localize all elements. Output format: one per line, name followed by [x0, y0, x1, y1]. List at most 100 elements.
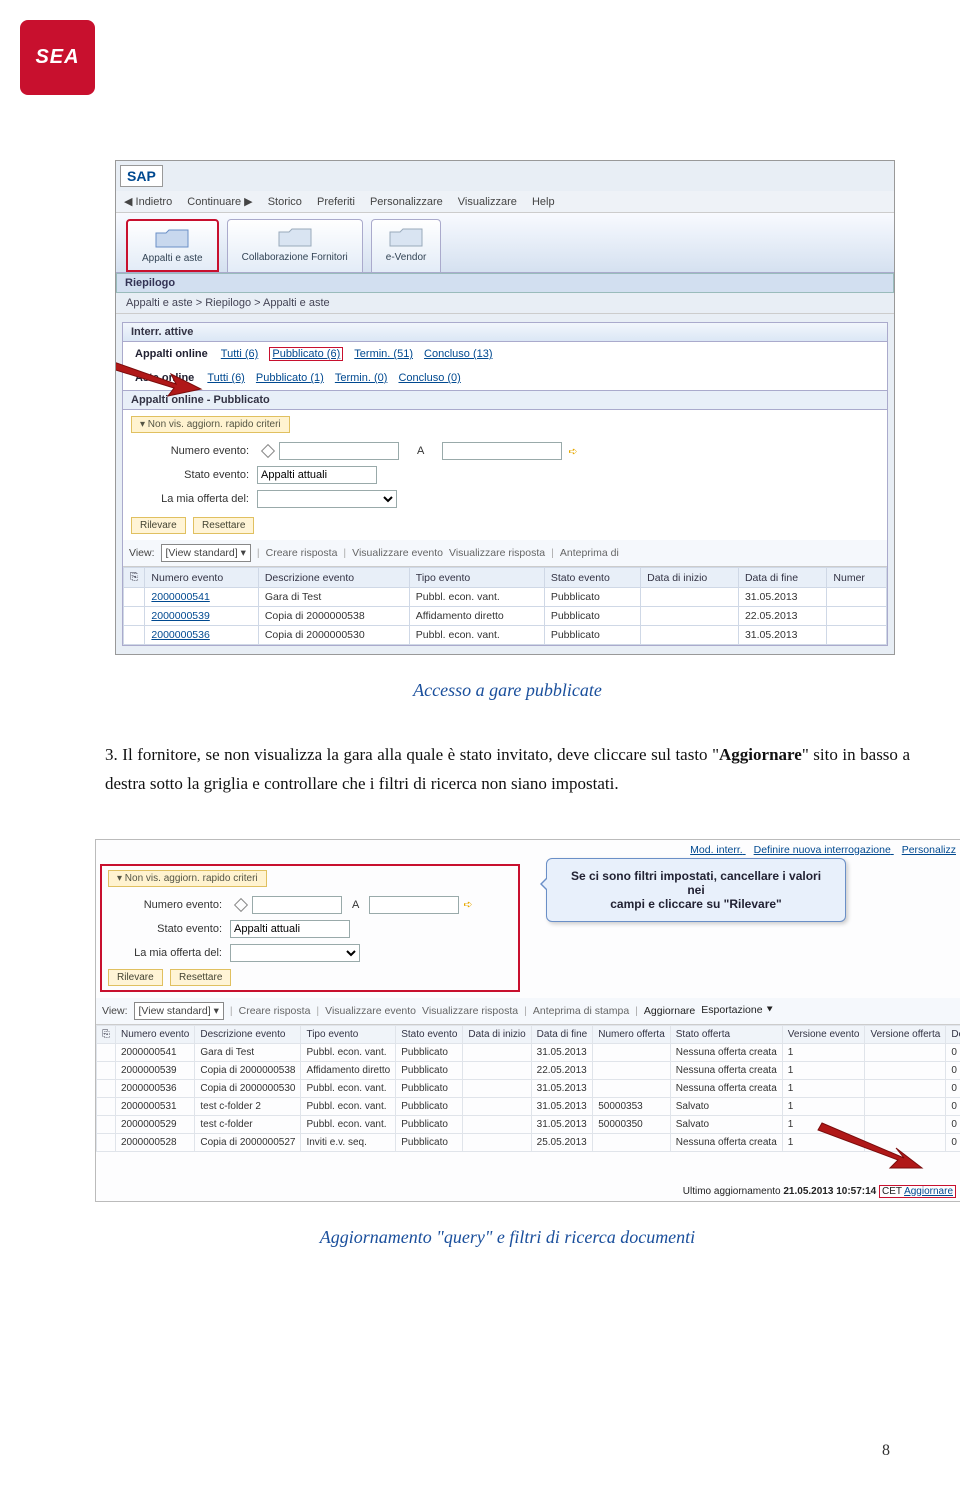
- view-label: View:: [129, 547, 155, 559]
- view-select[interactable]: [View standard] ▾: [161, 544, 251, 562]
- tab-collab[interactable]: Collaborazione Fornitori: [227, 219, 363, 272]
- th2-7: Stato offerta: [670, 1025, 782, 1043]
- lbl-a-2: A: [352, 899, 359, 911]
- th-stato: Stato evento: [544, 568, 640, 588]
- event-link[interactable]: 2000000528: [121, 1137, 177, 1148]
- event-link[interactable]: 2000000531: [121, 1101, 177, 1112]
- th-tipo: Tipo evento: [409, 568, 544, 588]
- link-personalizz[interactable]: Personalizz: [902, 844, 956, 856]
- tab-evendor[interactable]: e-Vendor: [371, 219, 442, 272]
- event-link[interactable]: 2000000529: [121, 1119, 177, 1130]
- event-link[interactable]: 2000000539: [121, 1065, 177, 1076]
- t2-vis-risposta[interactable]: Visualizzare risposta: [422, 1005, 518, 1017]
- lbl-stato-evento: Stato evento:: [139, 469, 249, 481]
- input-stato-evento-2[interactable]: [230, 920, 350, 938]
- link-aste-tutti[interactable]: Tutti (6): [207, 372, 245, 384]
- input-numero-evento-2[interactable]: [252, 896, 342, 914]
- menu-history[interactable]: Storico: [268, 196, 302, 208]
- th-select: ⎘: [124, 568, 145, 588]
- link-aggiornare[interactable]: Aggiornare: [904, 1186, 953, 1197]
- input-numero-evento-to[interactable]: [442, 442, 562, 460]
- t2-creare[interactable]: Creare risposta: [239, 1005, 311, 1017]
- lbl-stato-evento-2: Stato evento:: [112, 923, 222, 935]
- view-select-2[interactable]: [View standard] ▾: [134, 1002, 224, 1020]
- lbl-numero-evento-2: Numero evento:: [112, 899, 222, 911]
- view-label-2: View:: [102, 1005, 128, 1017]
- th-numer: Numer: [827, 568, 887, 588]
- link-aste-pubblicato[interactable]: Pubblicato (1): [256, 372, 324, 384]
- lbl-a: A: [417, 445, 424, 457]
- folder-icon: [386, 224, 426, 250]
- menu-view[interactable]: Visualizzare: [458, 196, 517, 208]
- th-inizio: Data di inizio: [641, 568, 739, 588]
- diamond-icon: [234, 898, 248, 912]
- event-link[interactable]: 2000000536: [121, 1083, 177, 1094]
- arrow-annotation: [115, 356, 206, 409]
- criteria-toggle-2[interactable]: ▾ Non vis. aggiorn. rapido criteri: [108, 870, 267, 887]
- select-mia-offerta-2[interactable]: [230, 944, 360, 962]
- event-link[interactable]: 2000000536: [151, 629, 209, 641]
- btn-resettare[interactable]: Resettare: [193, 517, 254, 534]
- menu-favorites[interactable]: Preferiti: [317, 196, 355, 208]
- toolbar-visualizzare-risposta[interactable]: Visualizzare risposta: [449, 547, 545, 559]
- event-link[interactable]: 2000000541: [121, 1047, 177, 1058]
- subheader-pubblicato: Appalti online - Pubblicato: [123, 390, 887, 410]
- table-row[interactable]: 2000000541Gara di TestPubbl. econ. vant.…: [124, 588, 887, 607]
- input-numero-evento[interactable]: [279, 442, 399, 460]
- menu-back[interactable]: ◀ Indietro: [124, 196, 172, 208]
- select-mia-offerta[interactable]: [257, 490, 397, 508]
- criteria-toggle[interactable]: ▾ Non vis. aggiorn. rapido criteri: [131, 416, 290, 433]
- btn-resettare-2[interactable]: Resettare: [170, 969, 231, 986]
- btn-rilevare-2[interactable]: Rilevare: [108, 969, 163, 986]
- btn-rilevare[interactable]: Rilevare: [131, 517, 186, 534]
- th2-4: Data di inizio: [463, 1025, 531, 1043]
- caption-2: Aggiornamento "query" e filtri di ricerc…: [105, 1227, 910, 1248]
- th-descr: Descrizione evento: [258, 568, 409, 588]
- link-termin[interactable]: Termin. (51): [354, 348, 413, 360]
- sea-logo: SEA: [20, 20, 95, 95]
- link-pubblicato[interactable]: Pubblicato (6): [269, 347, 343, 361]
- table-row[interactable]: 2000000531test c-folder 2Pubbl. econ. va…: [97, 1097, 960, 1115]
- link-aste-termin[interactable]: Termin. (0): [335, 372, 388, 384]
- table-row[interactable]: 2000000539Copia di 2000000538Affidamento…: [124, 607, 887, 626]
- folder-icon: [275, 224, 315, 250]
- th2-2: Tipo evento: [301, 1025, 396, 1043]
- link-aste-concluso[interactable]: Concluso (0): [398, 372, 460, 384]
- th2-0: Numero evento: [116, 1025, 195, 1043]
- lbl-mia-offerta: La mia offerta del:: [139, 493, 249, 505]
- event-link[interactable]: 2000000539: [151, 610, 209, 622]
- input-numero-evento-to-2[interactable]: [369, 896, 459, 914]
- table-row[interactable]: 2000000541Gara di TestPubbl. econ. vant.…: [97, 1043, 960, 1061]
- grid-toolbar-2: View: [View standard] ▾ | Creare rispost…: [96, 998, 960, 1025]
- th2-3: Stato evento: [396, 1025, 463, 1043]
- arrow-right-icon[interactable]: ➪: [463, 898, 472, 911]
- tab-appalti[interactable]: Appalti e aste: [126, 219, 219, 272]
- link-def-interr[interactable]: Definire nuova interrogazione: [754, 844, 891, 856]
- link-mod-interr[interactable]: Mod. interr.: [690, 844, 743, 856]
- table-row[interactable]: 2000000536Copia di 2000000530Pubbl. econ…: [124, 626, 887, 645]
- event-link[interactable]: 50000350: [598, 1119, 643, 1130]
- t2-esportazione[interactable]: Esportazione ⯆: [701, 1004, 774, 1017]
- menu-help[interactable]: Help: [532, 196, 555, 208]
- event-link[interactable]: 50000353: [598, 1101, 643, 1112]
- arrow-right-icon[interactable]: ➪: [568, 445, 577, 458]
- menu-customize[interactable]: Personalizzare: [370, 196, 443, 208]
- input-stato-evento[interactable]: [257, 466, 377, 484]
- link-tutti[interactable]: Tutti (6): [221, 348, 259, 360]
- t2-aggiornare[interactable]: Aggiornare: [644, 1005, 695, 1017]
- th2-5: Data di fine: [531, 1025, 593, 1043]
- table-row[interactable]: 2000000539Copia di 2000000538Affidamento…: [97, 1061, 960, 1079]
- toolbar-creare-risposta[interactable]: Creare risposta: [266, 547, 338, 559]
- event-link[interactable]: 2000000541: [151, 591, 209, 603]
- menu-continue[interactable]: Continuare ▶: [187, 196, 252, 208]
- callout-tip: Se ci sono filtri impostati, cancellare …: [546, 858, 846, 922]
- link-concluso[interactable]: Concluso (13): [424, 348, 492, 360]
- body-paragraph: 3. Il fornitore, se non visualizza la ga…: [105, 741, 910, 799]
- t2-vis-evento[interactable]: Visualizzare evento: [325, 1005, 416, 1017]
- toolbar-anteprima[interactable]: Anteprima di: [560, 547, 619, 559]
- table-row[interactable]: 2000000536Copia di 2000000530Pubbl. econ…: [97, 1079, 960, 1097]
- t2-anteprima[interactable]: Anteprima di stampa: [533, 1005, 629, 1017]
- toolbar-visualizzare-evento[interactable]: Visualizzare evento: [352, 547, 443, 559]
- page-number: 8: [882, 1442, 890, 1460]
- th2-8: Versione evento: [782, 1025, 865, 1043]
